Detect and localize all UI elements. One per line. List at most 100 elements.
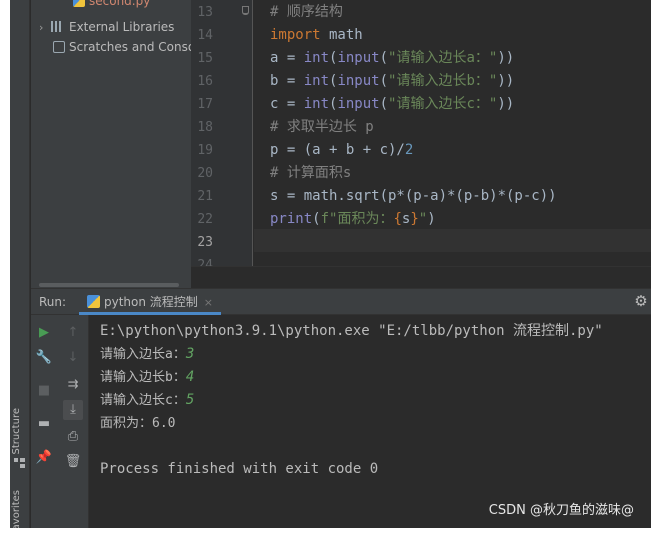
python-file-icon [73,0,85,7]
code-line: p = (a + b + c)/2 [270,139,413,162]
builtin: input [337,96,380,112]
code-editor[interactable]: # 顺序结构 import math a = int(input("请输入边长a… [254,0,651,266]
code-text: b = [270,73,304,89]
scroll-to-end-icon[interactable]: ⤓ [63,400,83,420]
fstring-brace: } [410,211,419,227]
run-toolbar-primary: ▶ 🔧 ■ ▬ 📌 [31,315,57,528]
code-line: # 求取半边长 p [270,116,374,139]
arrow-down-icon[interactable]: ↓ [63,348,83,368]
console-user-input: 5 [185,392,195,408]
console-result-line: 面积为：6.0 [100,416,176,431]
code-text: ( [379,96,389,112]
line-number-current: 23 [197,235,213,250]
console-line: 请输入边长a：3 [100,343,194,366]
line-number: 14 [197,28,213,43]
structure-tab[interactable]: Structure [11,408,22,455]
editor-horizontal-scrollbar[interactable] [191,266,651,288]
line-number: 13 [197,5,213,20]
console-prompt: 请输入边长c： [100,393,186,408]
run-tab-label: python 流程控制 [104,295,198,309]
keyword: import [270,27,321,43]
code-text: a = [270,50,304,66]
comment: # 计算面积s [270,165,352,181]
string: "请输入边长a：" [388,50,498,66]
line-number: 18 [197,120,213,135]
code-text: )) [497,73,515,89]
favorites-tab[interactable]: avorites [11,490,22,528]
code-line: a = int(input("请输入边长a：")) [270,47,514,70]
ide-window: Structure avorites second.py › External L… [10,0,651,528]
code-line: c = int(input("请输入边长c：")) [270,93,514,116]
line-number: 22 [197,212,213,227]
code-text: ( [379,50,389,66]
run-toolbar-secondary: ↑ ↓ ⇉ ⤓ ⎙ 🗑 [57,315,89,528]
code-line: print(f"面积为：{s}") [270,208,436,231]
code-text: )) [497,96,515,112]
current-line-highlight [254,229,651,252]
number-literal: 2 [404,142,414,158]
code-text: p = (a + b + c)/ [270,142,405,158]
code-line: # 计算面积s [270,162,351,185]
code-text: ( [379,73,389,89]
code-text: ( [312,211,321,227]
close-icon[interactable]: × [204,296,213,309]
library-icon [51,21,65,32]
line-number: 20 [197,166,213,181]
string: " [418,211,428,227]
tree-item-scratches[interactable]: Scratches and Consoles [53,38,191,56]
scratches-icon [53,41,65,53]
console-exit-line: Process finished with exit code 0 [100,461,379,477]
scrollbar-thumb[interactable] [39,283,179,287]
code-line: import math [270,24,363,47]
console-command-line: E:\python\python3.9.1\python.exe "E:/tlb… [100,323,603,339]
run-panel-header: Run: python 流程控制 × ⚙ [31,288,651,315]
line-number: 16 [197,74,213,89]
arrow-up-icon[interactable]: ↑ [63,323,83,343]
tree-item-label: External Libraries [69,20,175,34]
code-text: ) [427,211,436,227]
builtin: int [303,50,330,66]
string: "请输入边长b：" [388,73,498,89]
pin-icon[interactable]: 📌 [34,448,54,468]
csdn-watermark: CSDN @秋刀鱼的滋味@ [488,503,634,518]
builtin: input [337,73,380,89]
code-text: s = math.sqrt(p*(p-a)*(p-b)*(p-c)) [270,188,557,204]
line-number: 19 [197,143,213,158]
editor-gutter: 13 14 15 16 17 18 19 20 21 22 23 24 [191,0,253,273]
fold-icon[interactable] [242,6,249,15]
line-number: 21 [197,189,213,204]
code-text: )) [497,50,515,66]
string: "请输入边长c：" [388,96,498,112]
tree-item-external-libraries[interactable]: › External Libraries [39,18,174,36]
left-tool-strip: Structure avorites [10,0,30,528]
print-icon[interactable]: ⎙ [63,427,83,447]
line-number: 17 [197,97,213,112]
chevron-right-icon[interactable]: › [39,19,51,37]
trash-icon[interactable]: 🗑 [63,452,83,472]
layout-icon[interactable]: ▬ [34,414,54,434]
console-prompt: 请输入边长b： [100,370,186,385]
rerun-icon[interactable]: ▶ [34,323,54,343]
tree-item-label: Scratches and Consoles [69,40,191,54]
stop-icon[interactable]: ■ [34,381,54,401]
tree-item-label: second.py [89,0,151,8]
code-line: # 顺序结构 [270,1,343,24]
code-text: math [320,27,363,43]
gear-icon[interactable]: ⚙ [633,293,649,309]
wrench-icon[interactable]: 🔧 [34,348,54,368]
soft-wrap-icon[interactable]: ⇉ [63,375,83,395]
tree-item-second-py[interactable]: second.py [73,0,150,10]
builtin: print [270,211,313,227]
comment: # 求取半边长 p [270,119,374,135]
string: f"面积为： [320,211,394,227]
console-user-input: 4 [185,369,195,385]
project-tree: second.py › External Libraries Scratches … [31,0,191,288]
console-output[interactable]: E:\python\python3.9.1\python.exe "E:/tlb… [90,315,651,528]
structure-icon[interactable] [14,458,25,468]
console-line: 请输入边长c：5 [100,389,194,412]
run-label: Run: [39,295,67,309]
run-tab[interactable]: python 流程控制 × [79,289,222,315]
builtin: int [303,96,330,112]
fstring-brace: { [393,211,402,227]
python-icon [87,295,100,308]
